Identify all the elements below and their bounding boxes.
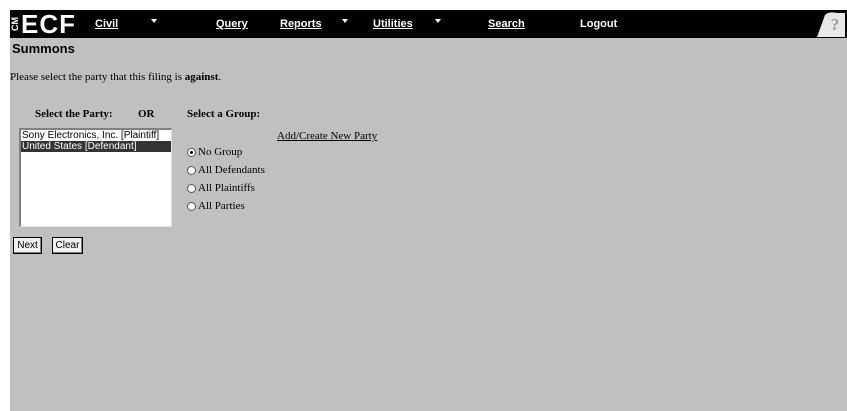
add-create-party-link[interactable]: Add/Create New Party	[277, 130, 377, 142]
party-listbox[interactable]: Sony Electronics, Inc. [Plaintiff] Unite…	[19, 128, 172, 227]
page-title: Summons	[12, 41, 75, 56]
menu-search[interactable]: Search	[488, 18, 525, 30]
radio-icon[interactable]	[187, 201, 196, 211]
radio-label: All Defendants	[198, 164, 265, 176]
radio-label: All Parties	[198, 200, 245, 212]
radio-icon[interactable]	[187, 147, 196, 157]
svg-text:?: ?	[831, 15, 840, 34]
logo-ecf-text: ECF	[21, 9, 76, 39]
chevron-down-icon[interactable]	[435, 19, 441, 23]
radio-all-parties[interactable]: All Parties	[187, 200, 245, 212]
radio-all-defendants[interactable]: All Defendants	[187, 164, 265, 176]
radio-all-plaintiffs[interactable]: All Plaintiffs	[187, 182, 255, 194]
menu-utilities[interactable]: Utilities	[373, 18, 413, 30]
party-option-selected[interactable]: United States [Defendant]	[21, 141, 171, 152]
chevron-down-icon[interactable]	[151, 19, 157, 23]
party-option[interactable]: Sony Electronics, Inc. [Plaintiff]	[21, 130, 171, 141]
radio-icon[interactable]	[187, 165, 196, 175]
clear-button[interactable]: Clear	[52, 237, 83, 254]
menu-reports[interactable]: Reports	[280, 18, 322, 30]
menu-logout[interactable]: Logout	[580, 18, 617, 30]
radio-no-group[interactable]: No Group	[187, 146, 242, 158]
menu-civil[interactable]: Civil	[95, 18, 118, 30]
radio-label: All Plaintiffs	[198, 182, 255, 194]
radio-label: No Group	[198, 146, 243, 158]
or-label: OR	[138, 108, 155, 120]
help-question-icon[interactable]: ?	[813, 11, 845, 37]
top-menu-bar: CM ECF Civil Query Reports Utilities Sea…	[10, 10, 847, 38]
radio-icon[interactable]	[187, 183, 196, 193]
chevron-down-icon[interactable]	[342, 19, 348, 23]
cmecf-logo: CM ECF	[10, 10, 76, 38]
next-button[interactable]: Next	[13, 237, 42, 254]
logo-cm-text: CM	[10, 17, 20, 31]
select-party-label: Select the Party:	[35, 108, 113, 120]
select-group-label: Select a Group:	[187, 108, 261, 120]
instruction-text: Please select the party that this filing…	[10, 71, 222, 83]
menu-query[interactable]: Query	[216, 18, 248, 30]
